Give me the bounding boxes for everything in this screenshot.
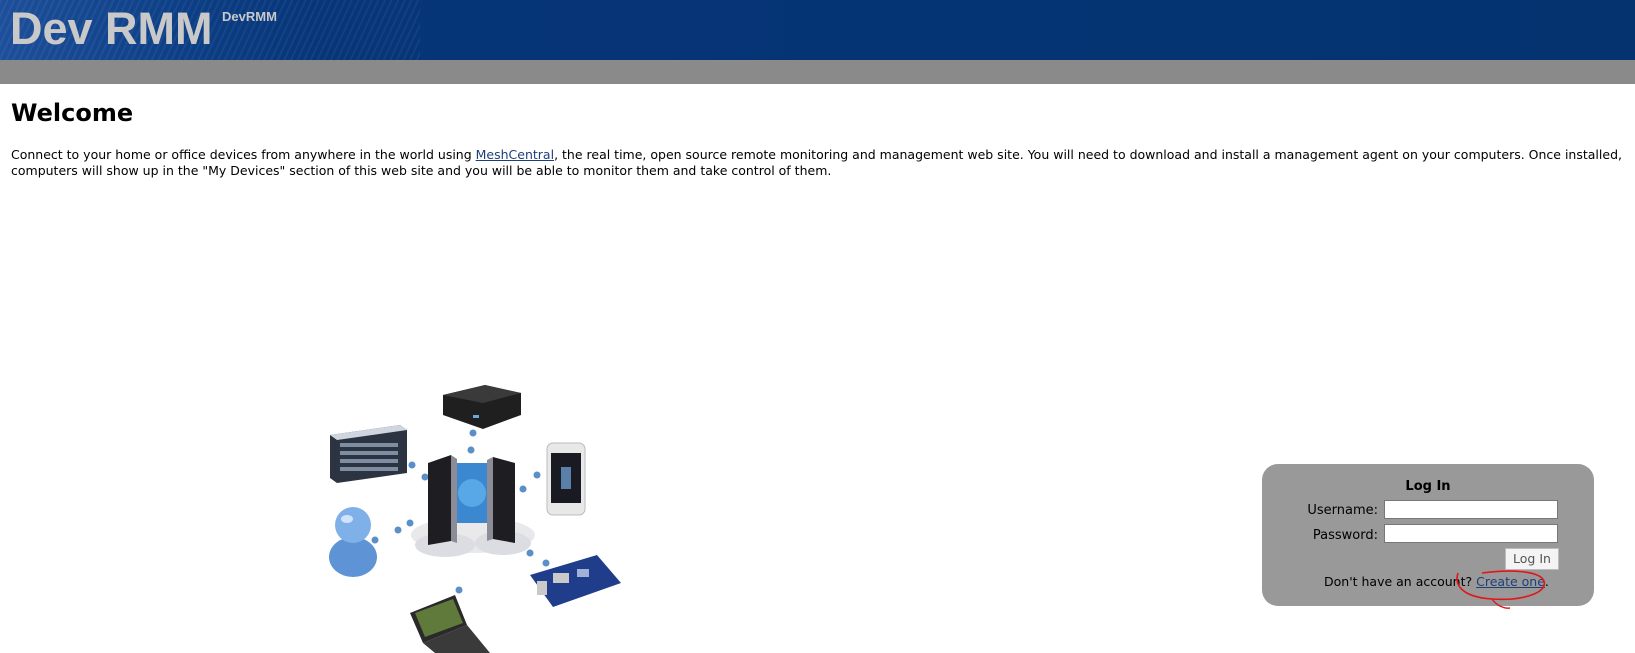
site-subtitle: DevRMM [222, 9, 277, 24]
central-server-icon [411, 455, 535, 557]
header-banner: Dev RMM DevRMM [0, 0, 1635, 60]
password-input[interactable] [1384, 524, 1558, 543]
meshcentral-link[interactable]: MeshCentral [476, 147, 554, 162]
username-input[interactable] [1384, 500, 1558, 519]
nav-bar [0, 60, 1635, 84]
intro-text: Connect to your home or office devices f… [11, 147, 1635, 179]
intro-text-start: Connect to your home or office devices f… [11, 147, 476, 162]
site-title: Dev RMM [10, 3, 213, 54]
mini-pc-icon [443, 385, 521, 429]
user-icon [329, 507, 377, 577]
laptop-icon [410, 595, 490, 653]
red-annotation-circle [1456, 570, 1546, 609]
username-label: Username: [1307, 503, 1378, 518]
server-rack-icon [330, 425, 407, 483]
login-title: Log In [1405, 479, 1451, 494]
password-label: Password: [1312, 528, 1378, 543]
network-illustration [329, 385, 621, 653]
page-title: Welcome [11, 99, 134, 127]
smartphone-icon [546, 442, 586, 516]
